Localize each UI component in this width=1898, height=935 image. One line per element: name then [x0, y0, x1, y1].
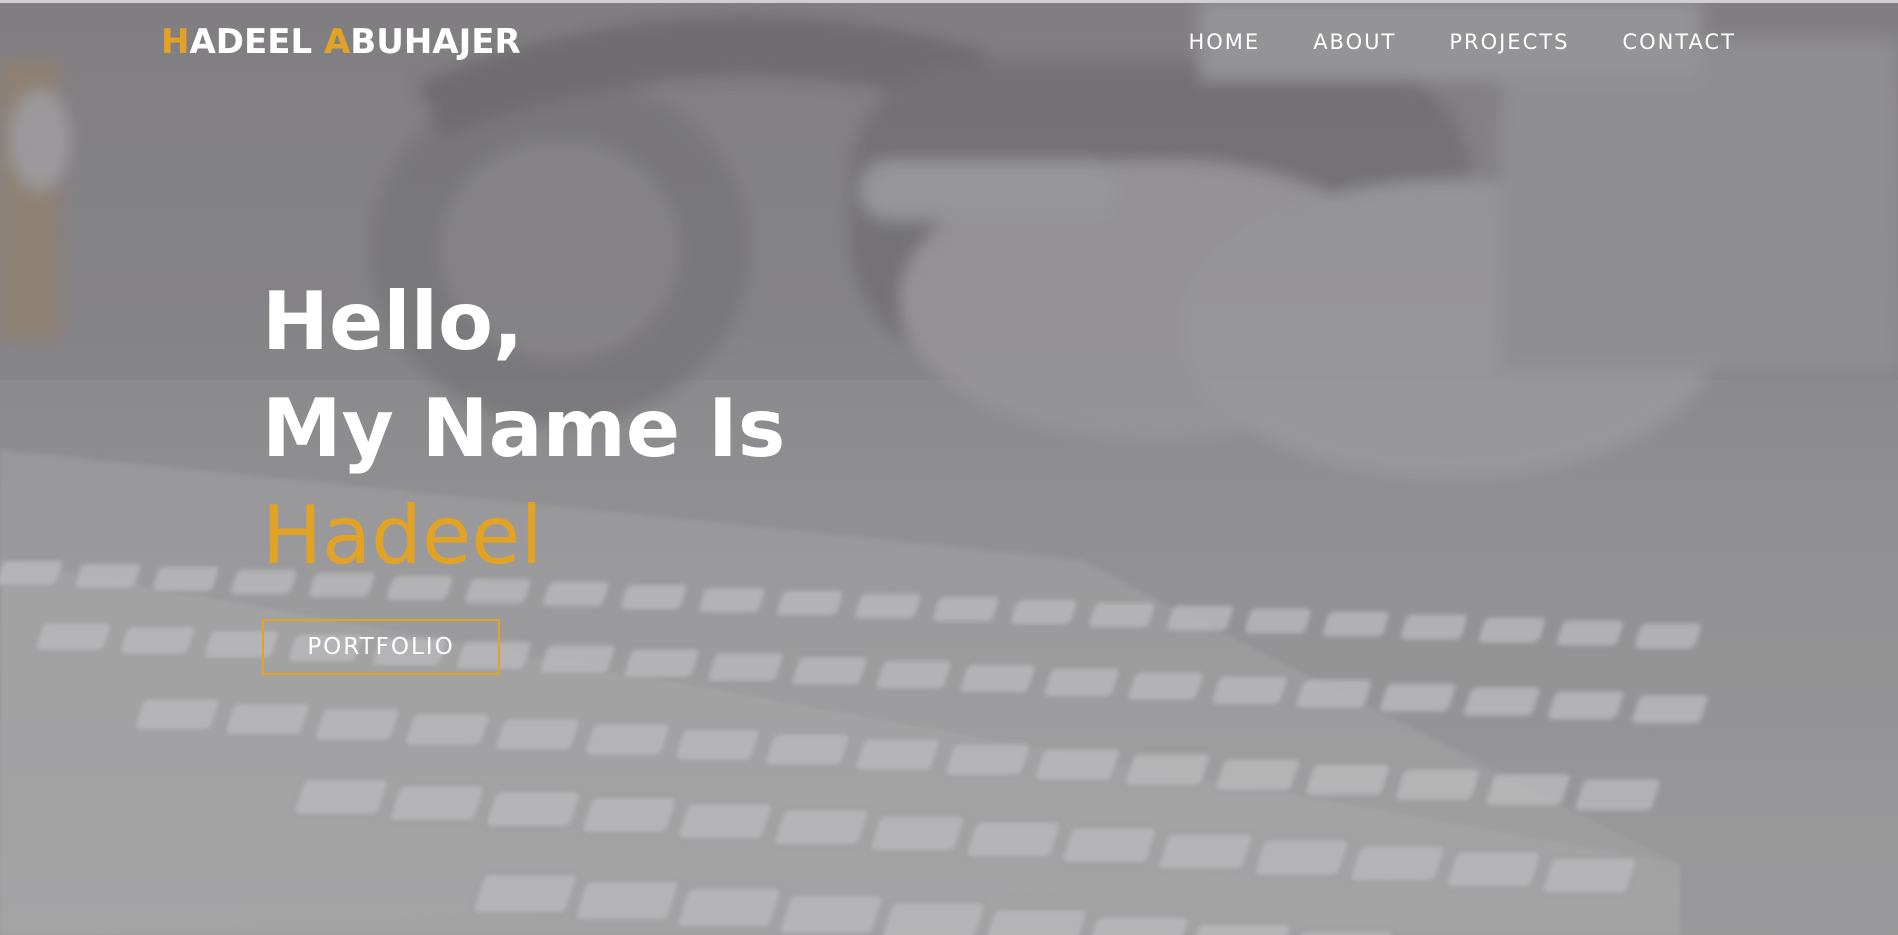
hero-section: HADEEL ABUHAJER HOME ABOUT PROJECTS CONT…	[0, 0, 1898, 935]
nav-link-home[interactable]: HOME	[1188, 30, 1260, 54]
hero-heading: Hello, My Name Is Hadeel	[262, 268, 785, 589]
nav-links: HOME ABOUT PROJECTS CONTACT	[1135, 30, 1736, 54]
hero-intro: My Name Is	[262, 382, 786, 475]
nav-link-about[interactable]: ABOUT	[1313, 30, 1396, 54]
nav-link-contact[interactable]: CONTACT	[1622, 30, 1736, 54]
logo-first-rest: ADEEL	[189, 22, 313, 62]
portfolio-button[interactable]: PORTFOLIO	[262, 619, 500, 675]
site-logo[interactable]: HADEEL ABUHAJER	[161, 22, 521, 62]
logo-last-initial: A	[323, 22, 351, 62]
logo-last-rest: BUHAJER	[350, 22, 521, 62]
logo-first-initial: H	[161, 22, 190, 62]
nav-link-projects[interactable]: PROJECTS	[1449, 30, 1569, 54]
hero-greeting: Hello,	[262, 275, 524, 368]
navbar: HADEEL ABUHAJER HOME ABOUT PROJECTS CONT…	[0, 0, 1898, 90]
hero-name: Hadeel	[262, 489, 543, 582]
